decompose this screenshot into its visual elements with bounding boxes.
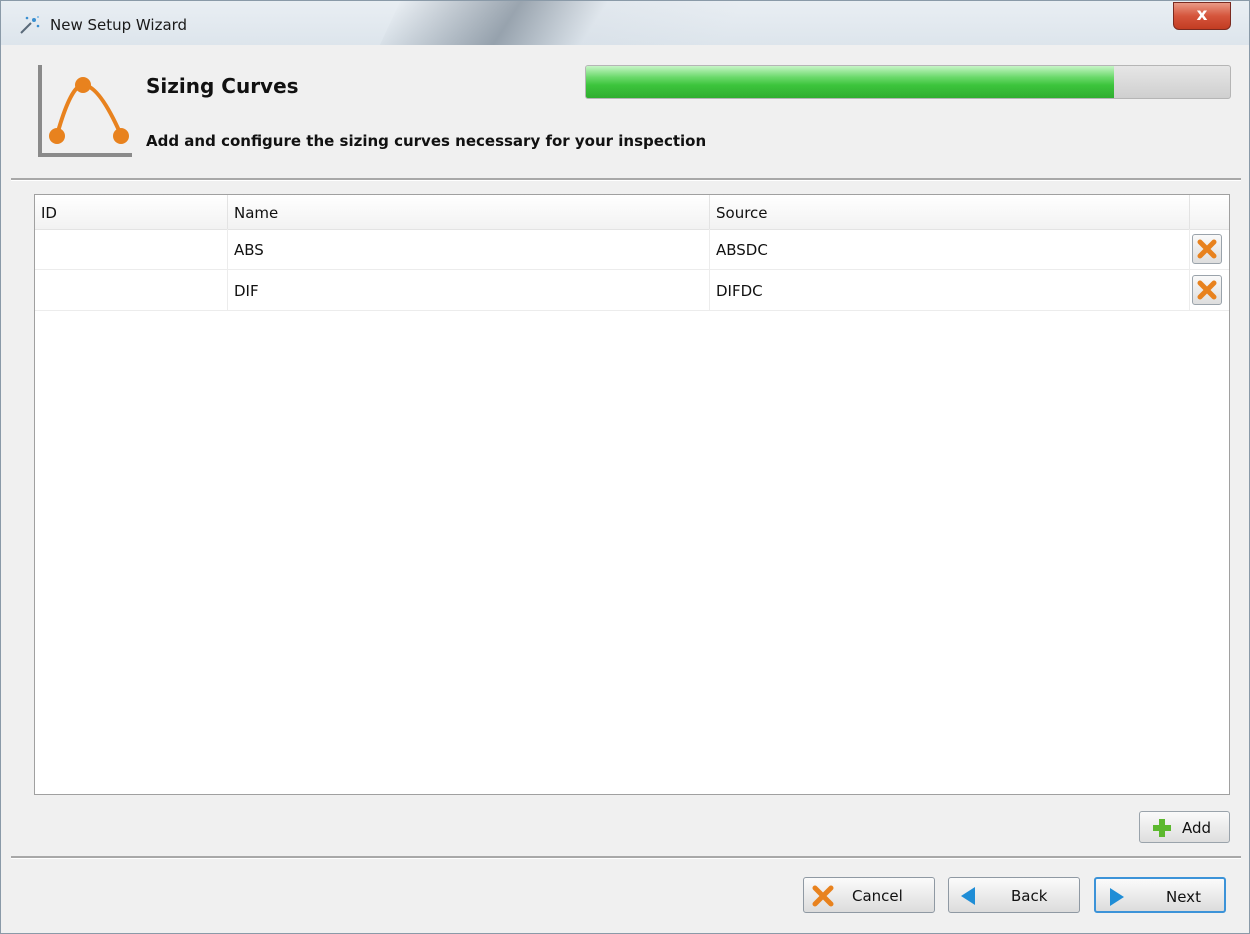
cell-id xyxy=(35,229,228,269)
sizing-curves-table: ID Name Source ABS ABSDC DIF DIFDC xyxy=(34,194,1230,795)
page-title: Sizing Curves xyxy=(146,74,299,98)
sizing-curve-icon xyxy=(37,65,137,165)
arrow-left-icon xyxy=(961,887,975,905)
add-button[interactable]: Add xyxy=(1139,811,1230,843)
column-header-id[interactable]: ID xyxy=(35,195,228,229)
header-divider xyxy=(11,178,1241,181)
next-button-label: Next xyxy=(1166,888,1201,906)
progress-fill xyxy=(586,66,1115,98)
delete-x-icon xyxy=(1197,280,1217,300)
cancel-x-icon xyxy=(812,885,834,907)
delete-x-icon xyxy=(1197,239,1217,259)
wizard-header: Sizing Curves Add and configure the sizi… xyxy=(11,45,1241,178)
next-button[interactable]: Next xyxy=(1094,877,1226,913)
cell-id xyxy=(35,270,228,310)
title-bar-glass xyxy=(377,1,745,45)
magic-wand-icon xyxy=(19,15,41,35)
window-title: New Setup Wizard xyxy=(50,16,188,34)
cancel-button[interactable]: Cancel xyxy=(803,877,935,913)
footer-divider xyxy=(11,856,1241,859)
table-row[interactable]: ABS ABSDC xyxy=(35,229,1229,270)
table-row[interactable]: DIF DIFDC xyxy=(35,270,1229,311)
cell-name: ABS xyxy=(228,229,710,269)
table-header: ID Name Source xyxy=(35,195,1229,230)
arrow-right-icon xyxy=(1110,888,1124,906)
close-icon: x xyxy=(1196,5,1208,25)
wizard-window: New Setup Wizard x Sizing Curves Add and… xyxy=(0,0,1250,934)
close-button[interactable]: x xyxy=(1173,2,1231,30)
page-subtitle: Add and configure the sizing curves nece… xyxy=(146,132,707,150)
column-header-source[interactable]: Source xyxy=(710,195,1190,229)
back-button-label: Back xyxy=(1011,887,1048,905)
cancel-button-label: Cancel xyxy=(852,887,903,905)
add-button-label: Add xyxy=(1182,819,1212,837)
title-bar[interactable]: New Setup Wizard x xyxy=(1,1,1249,45)
plus-icon xyxy=(1153,819,1171,837)
cell-source: DIFDC xyxy=(710,270,1190,310)
delete-row-button[interactable] xyxy=(1192,234,1222,264)
column-header-name[interactable]: Name xyxy=(228,195,710,229)
back-button[interactable]: Back xyxy=(948,877,1080,913)
cell-source: ABSDC xyxy=(710,229,1190,269)
progress-bar xyxy=(585,65,1231,99)
cell-name: DIF xyxy=(228,270,710,310)
delete-row-button[interactable] xyxy=(1192,275,1222,305)
